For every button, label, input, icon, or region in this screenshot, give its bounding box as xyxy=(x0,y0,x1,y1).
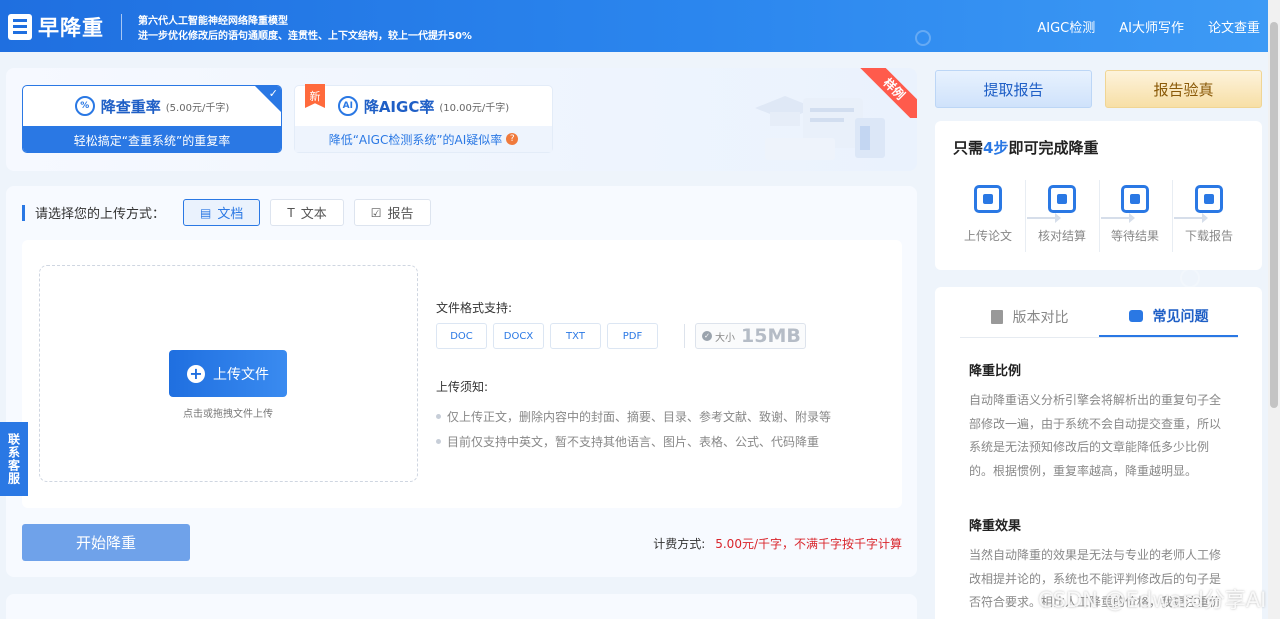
size-value: 15MB xyxy=(741,325,801,347)
text-icon: T xyxy=(287,205,295,220)
tab-desc: 降低“AIGC检测系统”的AI疑似率 xyxy=(328,132,503,147)
decor-ring xyxy=(915,30,931,46)
formats-row: DOC DOCX TXT PDF ✓ 大小 15MB xyxy=(436,323,806,349)
watermark: CSDN @Edward分享AI xyxy=(1038,588,1267,612)
ai-icon: AI xyxy=(337,96,358,116)
tab-price: (10.00元/千字) xyxy=(439,102,510,114)
logo-icon xyxy=(8,14,32,40)
step-label: 等待结果 xyxy=(1110,229,1159,243)
upload-mode-row: 请选择您的上传方式： ▤ 文档 T 文本 ☑ 报告 xyxy=(22,199,441,226)
plus-icon: + xyxy=(187,364,205,383)
chat-icon xyxy=(1128,310,1143,322)
slogan: 第六代人工智能神经网络降重模型 进一步优化修改后的语句通顺度、连贯性、上下文结构… xyxy=(138,14,472,44)
slogan-line1: 第六代人工智能神经网络降重模型 xyxy=(138,16,288,27)
step-label: 下载报告 xyxy=(1184,229,1233,243)
upload-icon xyxy=(974,185,1002,213)
steps-title-highlight: 4步 xyxy=(983,139,1009,157)
steps-title: 只需4步即可完成降重 xyxy=(953,137,1098,158)
tab-reduce-aigc[interactable]: 新 AI 降AIGC率 (10.00元/千字) 降低“AIGC检测系统”的AI疑… xyxy=(294,84,553,153)
percent-icon: % xyxy=(74,96,95,116)
faq-paragraph: 自动降重语义分析引擎会将解析出的重复句子全部修改一遍，由于系统不会自动提交查重，… xyxy=(969,393,1222,478)
divider xyxy=(684,324,685,348)
faq-tabs: 版本对比 常见问题 xyxy=(960,297,1238,338)
clock-icon xyxy=(1121,185,1149,213)
check-circle-icon: ✓ xyxy=(702,331,712,341)
step-download: 下载报告 xyxy=(1174,185,1244,244)
get-report-button[interactable]: 提取报告 xyxy=(935,70,1092,108)
upload-hint: 点击或拖拽文件上传 xyxy=(183,409,273,420)
section-marker xyxy=(22,204,25,221)
formats-title: 文件格式支持: xyxy=(436,301,513,315)
billing-value: 5.00元/千字，不满千字按千字计算 xyxy=(715,537,902,551)
lower-panel xyxy=(6,594,917,619)
mode-label: 报告 xyxy=(387,207,414,222)
step-upload: 上传论文 xyxy=(953,185,1023,244)
format-doc: DOC xyxy=(436,323,487,349)
notice-item: 目前仅支持中英文，暂不支持其他语言、图片、表格、公式、代码降重 xyxy=(436,433,819,450)
size-label: 大小 xyxy=(715,332,735,344)
mode-report-button[interactable]: ☑ 报告 xyxy=(353,199,431,226)
notice-title: 上传须知: xyxy=(436,380,489,394)
mode-document-button[interactable]: ▤ 文档 xyxy=(183,199,261,226)
file-icon xyxy=(990,310,1003,324)
wallet-icon xyxy=(1048,185,1076,213)
mode-label: 文本 xyxy=(300,207,327,222)
document-icon: ▤ xyxy=(200,205,212,220)
decor-ring xyxy=(1180,268,1200,288)
tab-label: 常见问题 xyxy=(1152,309,1209,325)
step-checkout: 核对结算 xyxy=(1027,185,1097,244)
slogan-line2: 进一步优化修改后的语句通顺度、连贯性、上下文结构，较上一代提升50% xyxy=(138,31,472,42)
steps-title-post: 即可完成降重 xyxy=(1008,139,1099,157)
help-icon[interactable]: ? xyxy=(506,133,519,145)
billing-label: 计费方式: xyxy=(653,537,706,551)
logo-text: 早降重 xyxy=(38,16,104,40)
notice-item: 仅上传正文，删除内容中的封面、摘要、目录、参考文献、致谢、附录等 xyxy=(436,408,831,425)
page-scrollbar[interactable] xyxy=(1268,0,1280,619)
format-txt: TXT xyxy=(550,323,601,349)
nav-aigc-detect[interactable]: AIGC检测 xyxy=(1037,17,1095,36)
verify-report-button[interactable]: 报告验真 xyxy=(1105,70,1262,108)
top-header: 早降重 第六代人工智能神经网络降重模型 进一步优化修改后的语句通顺度、连贯性、上… xyxy=(0,0,1268,288)
step-label: 上传论文 xyxy=(963,229,1012,243)
upload-button-label: 上传文件 xyxy=(213,366,269,383)
step-label: 核对结算 xyxy=(1037,229,1086,243)
upload-mode-label: 请选择您的上传方式： xyxy=(35,207,166,222)
tab-title: 降AIGC率 xyxy=(363,97,435,116)
divider xyxy=(1025,180,1026,252)
step-wait: 等待结果 xyxy=(1100,185,1170,244)
tab-label: 版本对比 xyxy=(1012,310,1069,326)
tab-price: (5.00元/千字) xyxy=(165,102,230,114)
report-icon: ☑ xyxy=(370,205,382,220)
tab-version-compare[interactable]: 版本对比 xyxy=(960,297,1099,337)
faq-heading: 降重比例 xyxy=(969,364,1022,379)
upload-file-button[interactable]: + 上传文件 xyxy=(169,350,287,397)
format-docx: DOCX xyxy=(493,323,544,349)
tab-desc-row: 降低“AIGC检测系统”的AI疑似率 ? xyxy=(295,126,552,152)
sample-ribbon-label: 样例 xyxy=(855,68,917,118)
start-reduce-button[interactable]: 开始降重 xyxy=(22,524,190,561)
nav-ai-writing[interactable]: AI大师写作 xyxy=(1119,17,1184,36)
top-nav: AIGC检测 AI大师写作 论文查重 xyxy=(1013,0,1260,52)
nav-plagiarism-check[interactable]: 论文查重 xyxy=(1208,17,1260,36)
faq-heading: 降重效果 xyxy=(969,519,1022,534)
contact-service-button[interactable]: 联系客服 xyxy=(0,422,28,496)
tab-title: 降查重率 xyxy=(100,97,161,116)
scrollbar-thumb[interactable] xyxy=(1270,22,1278,408)
mode-text-button[interactable]: T 文本 xyxy=(270,199,344,226)
tab-faq[interactable]: 常见问题 xyxy=(1099,297,1238,337)
tab-desc: 轻松搞定“查重系统”的重复率 xyxy=(23,126,281,152)
download-icon xyxy=(1195,185,1223,213)
steps-title-pre: 只需 xyxy=(953,139,984,157)
check-icon: ✓ xyxy=(268,87,278,100)
divider xyxy=(1172,180,1173,252)
billing-info: 计费方式: 5.00元/千字，不满千字按千字计算 xyxy=(653,535,902,552)
format-pdf: PDF xyxy=(607,323,658,349)
mode-label: 文档 xyxy=(217,207,244,222)
sample-ribbon[interactable]: 样例 xyxy=(855,68,917,118)
logo[interactable]: 早降重 xyxy=(8,12,104,42)
size-limit-badge: ✓ 大小 15MB xyxy=(695,323,806,349)
tab-reduce-plagiarism[interactable]: % 降查重率 (5.00元/千字) 轻松搞定“查重系统”的重复率 ✓ xyxy=(22,85,282,153)
header-divider xyxy=(121,14,122,40)
